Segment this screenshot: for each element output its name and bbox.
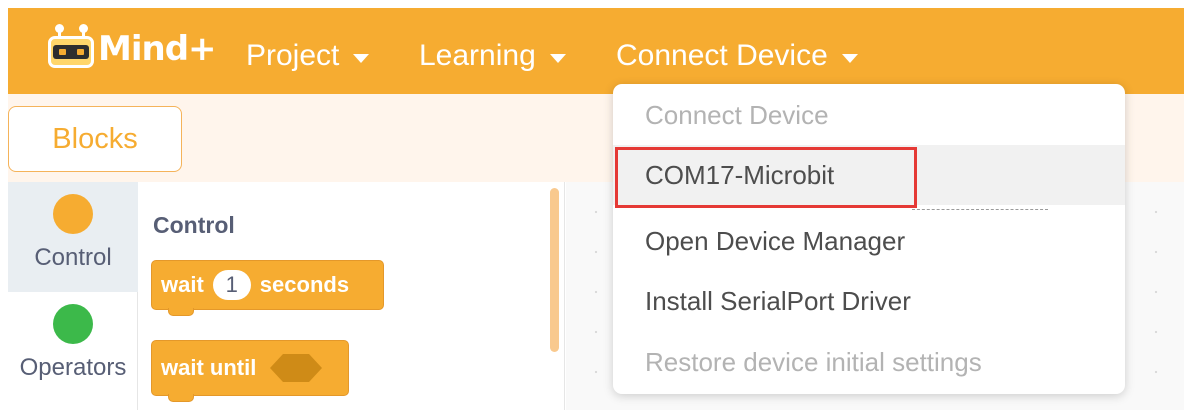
- category-control[interactable]: Control: [8, 182, 138, 292]
- palette-scrollbar[interactable]: [550, 188, 559, 352]
- logo-text: Mind+: [98, 29, 217, 69]
- category-label: Control: [34, 244, 112, 271]
- palette-section-title: Control: [153, 212, 235, 238]
- control-category-circle-icon: [53, 194, 93, 234]
- operators-category-circle-icon: [53, 304, 93, 344]
- block-text: wait: [161, 272, 204, 297]
- category-operators[interactable]: Operators: [8, 292, 138, 410]
- menu-project[interactable]: Project: [246, 38, 370, 74]
- red-highlight-box: [615, 147, 917, 208]
- mind-plus-logo[interactable]: Mind+: [44, 24, 217, 74]
- block-text: wait until: [161, 355, 257, 380]
- wait-seconds-block[interactable]: wait 1 seconds: [151, 260, 384, 316]
- dropdown-header-connect-device: Connect Device: [645, 99, 829, 130]
- robot-logo-icon: [44, 24, 96, 70]
- menu-bar: Mind+ Project Learning Connect Device: [8, 8, 1184, 94]
- menu-connect-device[interactable]: Connect Device: [616, 38, 858, 74]
- seconds-input[interactable]: 1: [212, 270, 251, 300]
- caret-down-icon: [353, 53, 370, 63]
- wait-until-block[interactable]: wait until: [151, 340, 349, 402]
- connect-device-dropdown: Connect Device COM17-Microbit Open Devic…: [613, 84, 1125, 394]
- tab-blocks[interactable]: Blocks: [8, 106, 182, 172]
- blocks-palette: Control wait 1 seconds wait until: [139, 182, 565, 410]
- menu-learning-label: Learning: [419, 39, 536, 72]
- dotted-divider: [912, 209, 1048, 210]
- caret-down-icon: [549, 53, 566, 63]
- block-text: seconds: [259, 272, 350, 297]
- menu-connect-device-label: Connect Device: [616, 39, 828, 72]
- dropdown-item-install-serialport-driver[interactable]: Install SerialPort Driver: [613, 271, 1125, 331]
- dropdown-item-restore-device-settings: Restore device initial settings: [645, 346, 982, 377]
- category-label: Operators: [19, 354, 127, 381]
- menu-learning[interactable]: Learning: [419, 38, 566, 74]
- category-list: Control Operators: [8, 182, 138, 410]
- menu-project-label: Project: [246, 39, 340, 72]
- boolean-slot-icon[interactable]: [270, 354, 323, 382]
- dropdown-item-open-device-manager[interactable]: Open Device Manager: [613, 211, 1125, 271]
- caret-down-icon: [841, 53, 858, 63]
